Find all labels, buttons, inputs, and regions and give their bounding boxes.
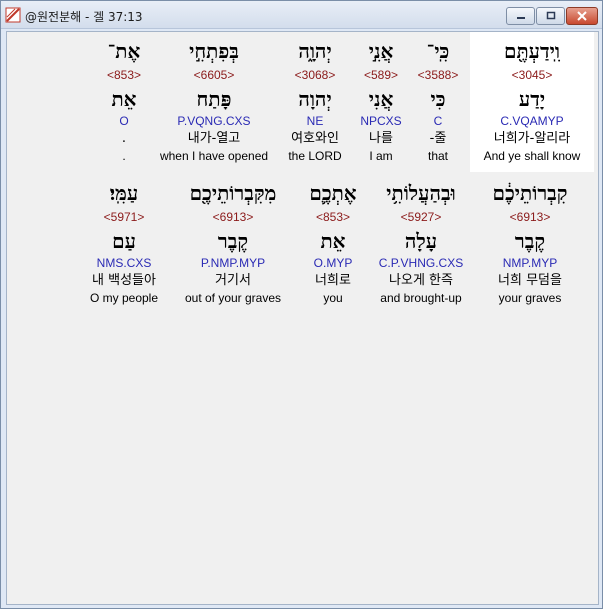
strong-number[interactable]: <5971> [64, 208, 184, 226]
title-bar[interactable]: @원전분해 - 겔 37:13 [1, 1, 602, 29]
morphology-code[interactable]: P.NMP.MYP [173, 254, 293, 272]
app-diagonal-icon[interactable] [5, 7, 21, 23]
window-title: @원전분해 - 겔 37:13 [25, 10, 143, 24]
english-gloss: . [122, 149, 126, 163]
strong-number[interactable]: <853> [64, 66, 184, 84]
morphology-code[interactable]: NMP.MYP [470, 254, 590, 272]
english-gloss: out of your graves [184, 291, 282, 305]
hebrew-root: אֵת [111, 87, 137, 111]
hebrew-surface: עַמִּֽי׃ [109, 181, 139, 205]
strong-number[interactable]: <6913> [470, 208, 590, 226]
korean-gloss: 거기서 [215, 273, 251, 288]
minimize-button[interactable] [506, 7, 535, 25]
korean-gloss: . [121, 131, 127, 146]
minimize-icon [516, 17, 525, 19]
english-gloss: O my people [89, 291, 159, 305]
korean-gloss: 너희 무덤을 [498, 273, 562, 288]
hebrew-root: קֶבֶר [217, 229, 249, 253]
word-block[interactable]: עַמִּֽי׃ <5971> עַם NMS.CXS 내 백성들아 O my … [64, 178, 184, 306]
hebrew-root: עַם [112, 229, 136, 253]
window-controls [506, 7, 598, 25]
close-icon [577, 11, 587, 21]
english-gloss: your graves [498, 291, 562, 305]
word-block[interactable]: אֶת־ <853> אֵת O . . [64, 36, 184, 164]
close-button[interactable] [566, 7, 598, 25]
morphology-code[interactable]: NMS.CXS [64, 254, 184, 272]
maximize-icon [546, 11, 555, 20]
hebrew-surface: מִקִּבְרוֹתֵיכֶ֖ם [189, 181, 277, 205]
hebrew-surface: אֶת־ [107, 39, 141, 63]
word-block[interactable]: מִקִּבְרוֹתֵיכֶ֖ם <6913> קֶבֶר P.NMP.MYP… [173, 178, 293, 306]
strong-number[interactable]: <6913> [173, 208, 293, 226]
hebrew-root: קֶבֶר [514, 229, 546, 253]
maximize-button[interactable] [536, 7, 565, 25]
morphology-code[interactable]: O [64, 112, 184, 130]
interlinear-panel[interactable]: וִֽידַעְתֶּ֖ם <3045> יָדַע C.VQAMYP 너희가-… [6, 31, 599, 605]
korean-gloss: 내 백성들아 [92, 273, 156, 288]
hebrew-surface: קִבְרוֹתֵיכֶ֔ם [492, 181, 568, 205]
app-window: @원전분해 - 겔 37:13 וִֽידַעְתֶּ֖ם <3045> יָד… [0, 0, 603, 609]
word-block[interactable]: קִבְרוֹתֵיכֶ֔ם <6913> קֶבֶר NMP.MYP 너희 무… [470, 178, 590, 306]
